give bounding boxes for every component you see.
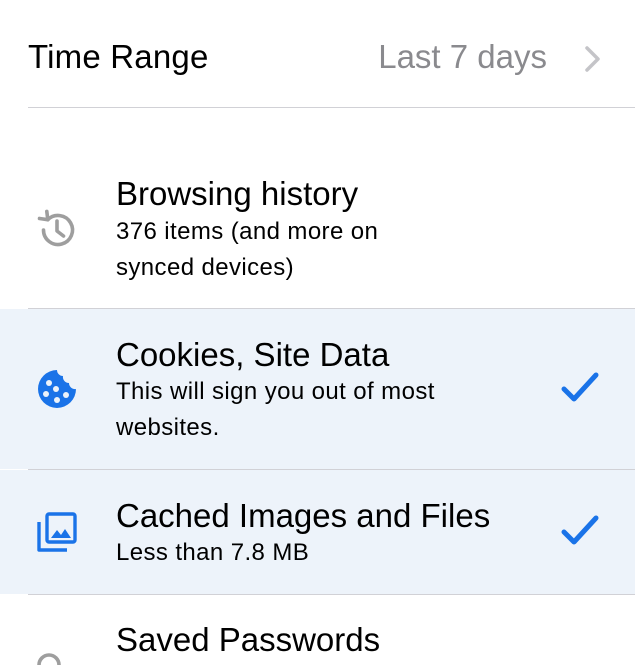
- chevron-right-icon: [585, 46, 600, 72]
- browsing-history-subtitle: 376 items (and more on synced devices): [116, 218, 379, 281]
- saved-passwords-title: Saved Passwords: [116, 621, 381, 658]
- browsing-history-row[interactable]: Browsing history 376 items (and more on …: [0, 160, 635, 308]
- cookies-site-data-title: Cookies, Site Data: [116, 336, 390, 373]
- cached-images-files-title: Cached Images and Files: [116, 497, 491, 534]
- history-icon: [37, 209, 75, 247]
- cookie-icon: [38, 370, 76, 408]
- browsing-history-title: Browsing history: [116, 175, 359, 212]
- cached-images-files-subtitle: Less than 7.8 MB: [116, 539, 310, 566]
- time-range-row[interactable]: Time Range Last 7 days: [0, 0, 635, 108]
- clear-browsing-data-screen: Time Range Last 7 days Browsing history …: [0, 0, 635, 665]
- cookies-site-data-row[interactable]: Cookies, Site Data This will sign you ou…: [0, 309, 635, 469]
- key-icon: [37, 653, 61, 665]
- time-range-value: Last 7 days: [378, 38, 547, 75]
- checkmark-icon: [561, 515, 599, 545]
- cookies-site-data-subtitle: This will sign you out of most websites.: [116, 378, 435, 441]
- divider: [28, 107, 635, 108]
- time-range-label: Time Range: [28, 38, 209, 75]
- checkmark-icon: [561, 372, 599, 402]
- image-stack-icon: [37, 512, 77, 552]
- cached-images-files-row[interactable]: Cached Images and Files Less than 7.8 MB: [0, 470, 635, 594]
- saved-passwords-row[interactable]: Saved Passwords: [0, 595, 635, 665]
